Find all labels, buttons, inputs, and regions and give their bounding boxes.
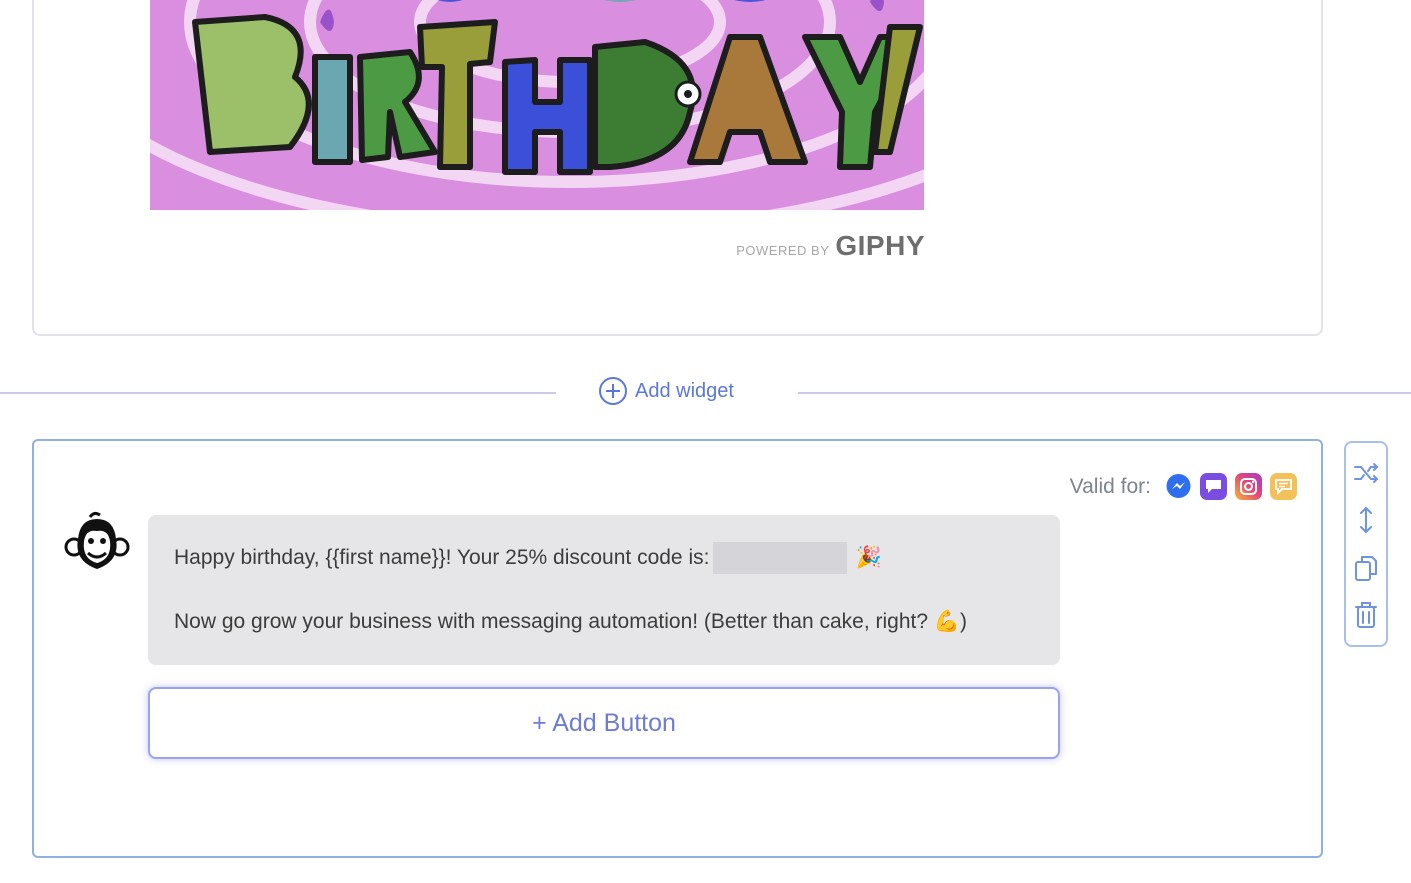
widget-toolbar bbox=[1344, 441, 1388, 647]
sms-chat-icon bbox=[1200, 473, 1227, 500]
birthday-gif bbox=[150, 0, 924, 210]
plus-circle-icon bbox=[599, 377, 627, 405]
party-emoji: 🎉 bbox=[855, 546, 882, 569]
gif-widget-card[interactable]: POWERED BY GIPHY bbox=[32, 0, 1323, 336]
message-line-1-text: Happy birthday, {{first name}}! Your 25%… bbox=[174, 546, 710, 569]
add-widget-label: Add widget bbox=[635, 379, 734, 402]
message-bubble[interactable]: Happy birthday, {{first name}}! Your 25%… bbox=[148, 515, 1060, 665]
bot-avatar-monkey-icon bbox=[64, 511, 130, 577]
message-line-1: Happy birthday, {{first name}}! Your 25%… bbox=[174, 541, 1034, 575]
message-line-2: Now go grow your business with messaging… bbox=[174, 605, 1034, 639]
giphy-attribution: POWERED BY GIPHY bbox=[736, 230, 925, 262]
add-widget-button[interactable]: Add widget bbox=[599, 377, 734, 405]
valid-for-label: Valid for: bbox=[1069, 474, 1151, 498]
delete-icon[interactable] bbox=[1350, 599, 1382, 631]
message-widget-card[interactable]: Valid for: Happy birthday, {{first name}… bbox=[32, 439, 1323, 858]
valid-for-channels: Valid for: bbox=[1070, 473, 1297, 500]
divider-left bbox=[0, 392, 556, 394]
move-icon[interactable] bbox=[1350, 504, 1382, 536]
instagram-icon bbox=[1235, 473, 1262, 500]
giphy-logo: GIPHY bbox=[835, 230, 925, 261]
message-line-2-text: Now go grow your business with messaging… bbox=[174, 610, 968, 633]
add-button[interactable]: + Add Button bbox=[148, 687, 1060, 759]
messenger-icon bbox=[1165, 473, 1192, 500]
divider-right bbox=[798, 392, 1411, 394]
duplicate-icon[interactable] bbox=[1350, 552, 1382, 584]
webchat-icon bbox=[1270, 473, 1297, 500]
redacted-discount-code bbox=[713, 542, 848, 574]
shuffle-icon[interactable] bbox=[1350, 457, 1382, 489]
powered-by-label: POWERED BY bbox=[736, 243, 830, 258]
